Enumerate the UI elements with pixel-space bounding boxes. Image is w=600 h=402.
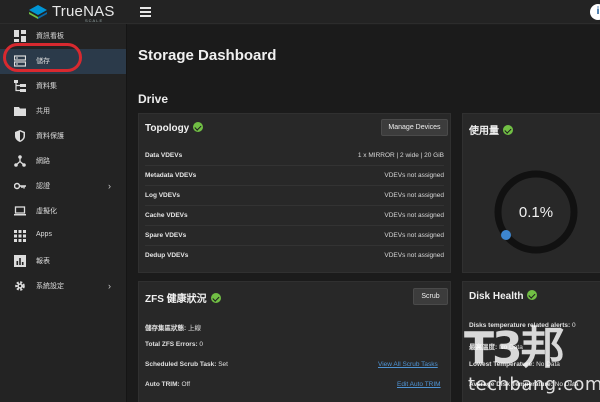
view-all-scrub-tasks-link[interactable]: View All Scrub Tasks xyxy=(378,361,438,368)
sidebar-item-label: 資料保護 xyxy=(36,133,64,140)
dashboard-icon xyxy=(14,30,26,42)
chevron-right-icon: › xyxy=(108,181,111,191)
row-label: Data VDEVs xyxy=(145,152,183,159)
row-value: VDEVs not assigned xyxy=(384,172,444,179)
lowest-temperature: Lowest Temperature: No Data xyxy=(469,361,560,368)
sidebar-item-credentials[interactable]: 認證 › xyxy=(0,174,126,199)
sidebar-item-virtualization[interactable]: 虛擬化 xyxy=(0,199,126,224)
sidebar-item-label: 資料集 xyxy=(36,83,57,90)
row-value: VDEVs not assigned xyxy=(384,252,444,259)
truenas-logo[interactable]: TrueNAS SCALE xyxy=(28,2,128,23)
status-ok-icon xyxy=(527,290,538,300)
status-ok-icon xyxy=(503,125,513,135)
sidebar-item-storage[interactable]: 儲存 xyxy=(0,49,126,74)
menu-toggle-icon[interactable] xyxy=(140,7,151,17)
storage-icon xyxy=(14,55,26,67)
zfs-health-title: ZFS 健康狀況 xyxy=(145,290,221,305)
topology-title: Topology xyxy=(145,122,204,134)
sidebar-item-label: 虛擬化 xyxy=(36,208,57,215)
row-divider xyxy=(145,205,444,206)
usage-title-text: 使用量 xyxy=(469,126,499,137)
brand-name: TrueNAS xyxy=(52,3,115,20)
row-label: Metadata VDEVs xyxy=(145,172,197,179)
row-label: Dedup VDEVs xyxy=(145,252,189,259)
pool-status: 儲存集區狀態: 上線 xyxy=(145,325,201,332)
row-label: Cache VDEVs xyxy=(145,212,188,219)
row-value: VDEVs not assigned xyxy=(384,192,444,199)
sidebar-item-data-protection[interactable]: 資料保護 xyxy=(0,124,126,149)
topology-title-text: Topology xyxy=(145,123,190,134)
row-divider xyxy=(145,185,444,186)
row-value: VDEVs not assigned xyxy=(384,212,444,219)
disk-health-title: Disk Health xyxy=(469,290,538,302)
sidebar-item-apps[interactable]: Apps xyxy=(0,224,126,249)
apps-grid-icon xyxy=(14,230,26,242)
zfs-health-title-text: ZFS 健康狀況 xyxy=(145,294,207,305)
section-title-drive: Drive xyxy=(138,92,169,106)
row-label: Spare VDEVs xyxy=(145,232,187,239)
reports-icon xyxy=(14,255,26,267)
auto-trim: Auto TRIM: Off xyxy=(145,381,191,388)
sidebar-item-system-settings[interactable]: 系統設定 › xyxy=(0,274,126,299)
row-divider xyxy=(145,165,444,166)
top-bar: TrueNAS SCALE i xyxy=(0,0,600,24)
user-menu-icon[interactable]: i xyxy=(590,4,600,20)
scrub-button[interactable]: Scrub xyxy=(413,288,448,305)
shield-icon xyxy=(15,130,25,142)
status-ok-icon xyxy=(210,293,221,303)
row-divider xyxy=(145,225,444,226)
usage-percent: 0.1% xyxy=(519,204,553,221)
sidebar-item-shares[interactable]: 共用 xyxy=(0,99,126,124)
usage-card: 使用量 0.1% xyxy=(462,113,600,273)
total-zfs-errors: Total ZFS Errors: 0 xyxy=(145,341,204,348)
sidebar-item-label: 共用 xyxy=(36,108,50,115)
chevron-right-icon: › xyxy=(108,281,111,291)
network-icon xyxy=(14,155,26,167)
sidebar-item-label: 儲存 xyxy=(36,58,50,65)
key-icon xyxy=(14,182,26,190)
edit-auto-trim-link[interactable]: Edit Auto TRIM xyxy=(397,381,441,388)
row-value: VDEVs not assigned xyxy=(384,232,444,239)
page-title: Storage Dashboard xyxy=(138,47,277,64)
gear-icon xyxy=(15,281,25,291)
sidebar-item-label: Apps xyxy=(36,231,52,238)
zfs-health-card: ZFS 健康狀況 Scrub 儲存集區狀態: 上線 Total ZFS Erro… xyxy=(138,281,451,402)
average-disk-temperature: Average Disk Temperature: No Data xyxy=(469,381,579,388)
disk-health-title-text: Disk Health xyxy=(469,291,524,302)
sidebar-item-label: 認證 xyxy=(36,183,50,190)
sidebar: 資訊看板 儲存 資料集 共用 資料保護 網路 認證 › 虛擬化 Apps 報表 … xyxy=(0,24,126,402)
row-divider xyxy=(145,245,444,246)
usage-gauge: 0.1% xyxy=(494,170,578,254)
sidebar-item-label: 網路 xyxy=(36,158,50,165)
sidebar-item-datasets[interactable]: 資料集 xyxy=(0,74,126,99)
sidebar-item-network[interactable]: 網路 xyxy=(0,149,126,174)
row-value: 1 x MIRROR | 2 wide | 20 GiB xyxy=(357,152,444,159)
sidebar-item-label: 系統設定 xyxy=(36,283,64,290)
sidebar-item-reports[interactable]: 報表 xyxy=(0,249,126,274)
datasets-icon xyxy=(14,80,26,92)
shares-icon xyxy=(14,107,26,116)
main-content: Storage Dashboard Drive Topology Manage … xyxy=(127,25,600,402)
disk-temp-alerts: Disks temperature related alerts: 0 xyxy=(469,322,576,329)
sidebar-item-dashboard[interactable]: 資訊看板 xyxy=(0,24,126,49)
truenas-logo-icon xyxy=(29,5,47,19)
row-label: Log VDEVs xyxy=(145,192,181,199)
gauge-indicator xyxy=(501,230,511,240)
sidebar-item-label: 資訊看板 xyxy=(36,33,64,40)
manage-devices-button[interactable]: Manage Devices xyxy=(381,119,448,136)
sidebar-item-label: 報表 xyxy=(36,258,50,265)
laptop-icon xyxy=(14,206,26,216)
brand-edition: SCALE xyxy=(85,18,104,23)
usage-title: 使用量 xyxy=(469,122,513,137)
scheduled-scrub-task: Scheduled Scrub Task: Set xyxy=(145,361,228,368)
topology-card: Topology Manage Devices Data VDEVs 1 x M… xyxy=(138,113,451,273)
disk-health-card: Disk Health Disks temperature related al… xyxy=(462,281,600,402)
highest-temperature: 最高溫度: No Data xyxy=(469,344,523,351)
status-ok-icon xyxy=(193,122,204,132)
